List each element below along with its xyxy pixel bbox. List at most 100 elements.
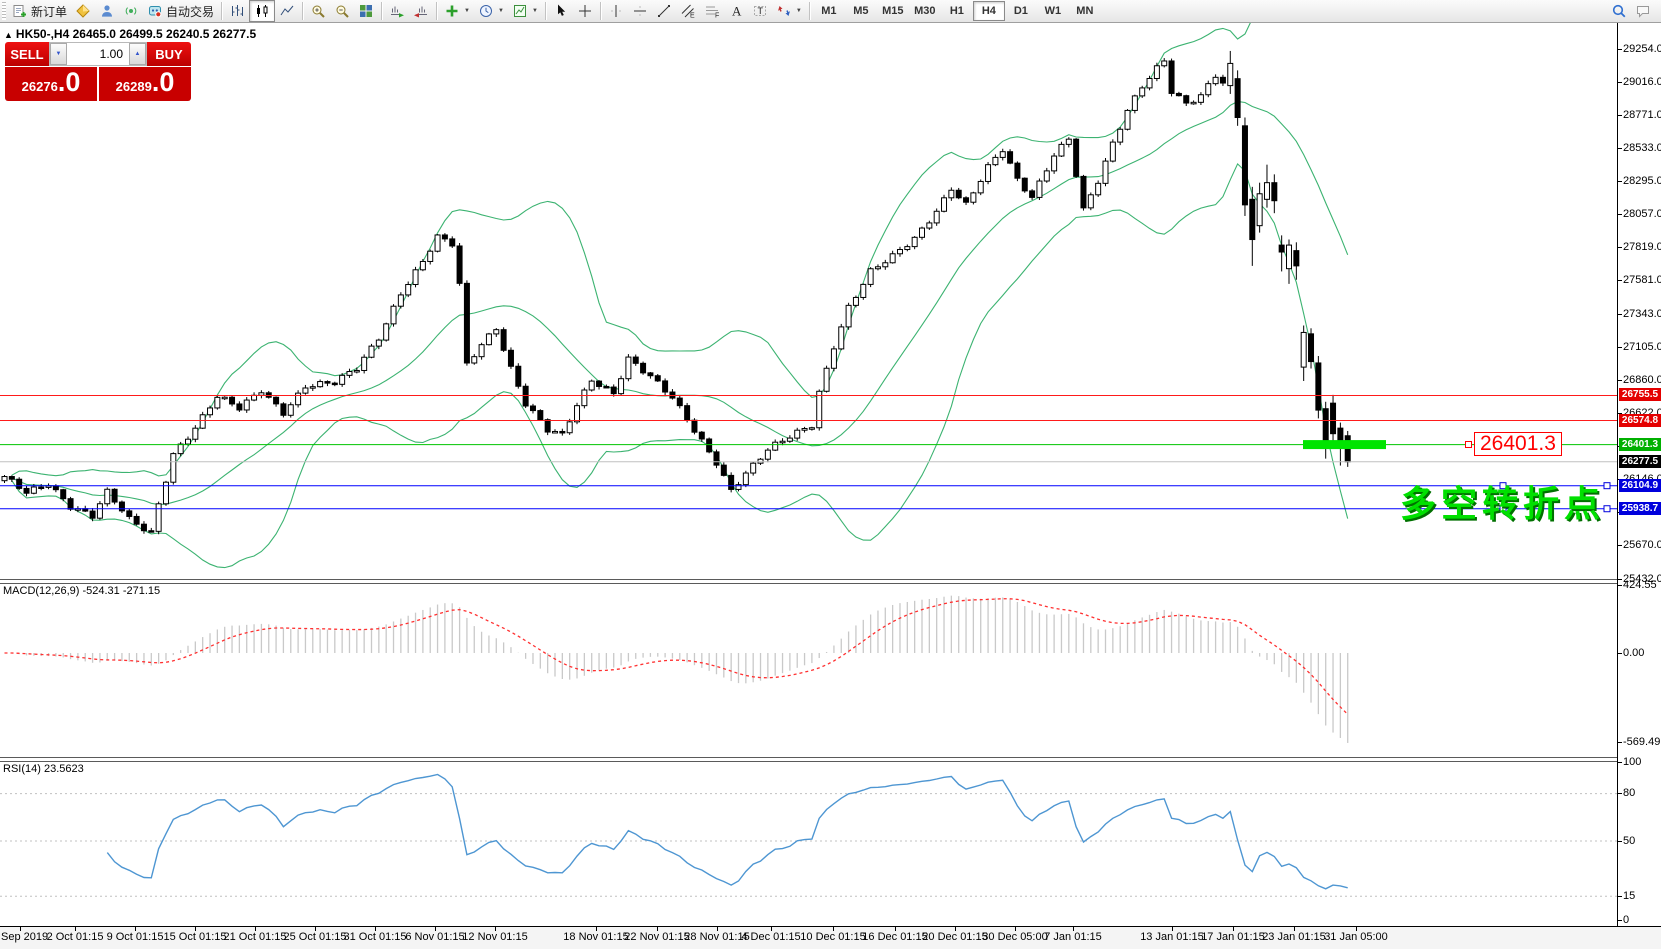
webinar-icon[interactable] xyxy=(119,1,143,21)
signals-user-icon[interactable] xyxy=(95,1,119,21)
zoomin-glyph xyxy=(312,5,325,18)
collapse-triangle-icon[interactable]: ▲ xyxy=(4,30,13,40)
bear-candle xyxy=(537,410,544,421)
time-label: 28 Nov 01:15 xyxy=(684,931,750,943)
bear-candle xyxy=(676,397,683,407)
bull-candle xyxy=(625,356,632,380)
neworder-glyph xyxy=(13,5,26,17)
bull-candle xyxy=(1197,94,1204,103)
chevron-down-icon[interactable]: ▼ xyxy=(532,8,538,14)
rsi-label: RSI(14) 23.5623 xyxy=(3,763,84,775)
timeframe-h1-button[interactable]: H1 xyxy=(941,1,973,21)
timeframe-m5-button[interactable]: M5 xyxy=(845,1,877,21)
zoom-out-icon[interactable] xyxy=(330,1,354,21)
new-order-button[interactable]: 新订单 xyxy=(8,1,71,21)
time-label: 9 Oct 01:15 xyxy=(106,931,164,943)
crosshair-icon[interactable] xyxy=(573,1,597,21)
volume-input[interactable] xyxy=(67,43,129,65)
bear-candle xyxy=(691,419,698,433)
bull-candle xyxy=(581,389,588,407)
volume-increase-button[interactable]: ▲ xyxy=(129,43,146,65)
timeframe-m30-button[interactable]: M30 xyxy=(909,1,941,21)
text-label-icon[interactable]: T xyxy=(748,1,772,21)
trendline-icon[interactable] xyxy=(652,1,676,21)
buy-button[interactable]: BUY xyxy=(147,42,191,66)
tick-mark xyxy=(1618,82,1622,83)
toolbar-grip[interactable] xyxy=(2,2,6,20)
indicators-icon[interactable]: ▼ xyxy=(440,1,474,21)
bear-candle xyxy=(229,396,236,405)
candlestick-chart-icon[interactable] xyxy=(249,0,276,22)
price-callout-label[interactable]: 26401.3 xyxy=(1474,432,1562,456)
fibonacci-icon[interactable]: F xyxy=(700,1,724,21)
gold-glyph xyxy=(76,4,90,18)
timeframe-h4-button[interactable]: H4 xyxy=(972,1,1005,21)
zoom-in-icon[interactable] xyxy=(306,1,330,21)
bull-candle xyxy=(786,437,793,442)
text-icon[interactable]: A xyxy=(724,1,748,21)
bear-candle xyxy=(1322,408,1329,446)
timeframe-m1-button[interactable]: M1 xyxy=(813,1,845,21)
line-chart-icon[interactable] xyxy=(275,1,299,21)
bull-candle xyxy=(243,399,250,411)
price-axis[interactable]: 29254.0 29016.0 28771.0 28533.0 28295.0 28057… xyxy=(1617,23,1661,948)
svg-text:E: E xyxy=(690,13,695,20)
bull-candle xyxy=(1117,128,1124,143)
chevron-down-icon[interactable]: ▼ xyxy=(464,8,470,14)
time-axis[interactable]: 5 Sep 20192 Oct 01:159 Oct 01:1515 Oct 0… xyxy=(0,926,1661,949)
bull-candle xyxy=(478,344,485,358)
horizontal-line-icon[interactable] xyxy=(628,1,652,21)
volume-decrease-button[interactable]: ▼ xyxy=(50,43,67,65)
vertical-line-icon[interactable] xyxy=(604,1,628,21)
timeframe-d1-button[interactable]: D1 xyxy=(1005,1,1037,21)
bull-candle xyxy=(838,326,845,350)
arrows-glyph xyxy=(777,6,790,16)
arrows-icon[interactable]: ▼ xyxy=(772,1,806,21)
timeframe-mn-button[interactable]: MN xyxy=(1069,1,1101,21)
bear-candle xyxy=(52,485,59,491)
bull-candle xyxy=(588,380,595,391)
bear-candle xyxy=(133,515,140,525)
bear-candle xyxy=(1337,427,1344,443)
symbol-ohlc-text: HK50-,H4 26465.0 26499.5 26240.5 26277.5 xyxy=(15,27,257,41)
bear-candle xyxy=(273,396,280,405)
cursor-icon[interactable] xyxy=(549,1,573,21)
bull-candle xyxy=(1146,77,1153,89)
bull-candle xyxy=(346,371,353,376)
chat-icon[interactable] xyxy=(1631,1,1655,21)
sell-price-box[interactable]: 26276 .0 xyxy=(5,67,97,101)
bull-candle xyxy=(867,268,874,285)
buy-price-box[interactable]: 26289 .0 xyxy=(99,67,191,101)
timeframe-m15-button[interactable]: M15 xyxy=(877,1,909,21)
tile-windows-icon[interactable] xyxy=(354,1,378,21)
autotrading-button[interactable]: 自动交易 xyxy=(143,1,218,21)
bear-candle xyxy=(38,486,45,490)
bull-candle xyxy=(742,472,749,486)
auto-scroll-icon[interactable] xyxy=(385,1,409,21)
bull-candle xyxy=(970,192,977,203)
autotrading-button-label: 自动交易 xyxy=(166,4,215,19)
chevron-down-icon[interactable]: ▼ xyxy=(796,8,802,14)
macd-signal-line xyxy=(4,598,1349,715)
bull-candle xyxy=(816,390,823,429)
bar-chart-icon[interactable] xyxy=(225,1,249,21)
price-callout-anchor[interactable] xyxy=(1465,441,1472,448)
channel-icon[interactable]: E xyxy=(676,1,700,21)
toolbar-separator xyxy=(221,2,223,20)
bull-candle xyxy=(889,253,896,264)
bull-candle xyxy=(397,294,404,307)
templates-icon[interactable]: ▼ xyxy=(508,1,542,21)
sell-button[interactable]: SELL xyxy=(5,42,49,66)
chart-shift-icon[interactable] xyxy=(409,1,433,21)
toolbar-separator xyxy=(599,2,601,20)
support-highlight-bar[interactable] xyxy=(1303,440,1386,450)
chevron-down-icon[interactable]: ▼ xyxy=(498,8,504,14)
main-price-chart[interactable] xyxy=(0,23,1617,579)
search-icon[interactable] xyxy=(1607,1,1631,21)
market-icon[interactable] xyxy=(71,1,95,21)
price-tick: 25670.0 xyxy=(1623,539,1661,551)
periods-icon[interactable]: ▼ xyxy=(474,1,508,21)
timeframe-w1-button[interactable]: W1 xyxy=(1037,1,1069,21)
bull-candle xyxy=(221,396,228,400)
turning-point-annotation[interactable]: 多空转折点 xyxy=(1400,475,1605,527)
